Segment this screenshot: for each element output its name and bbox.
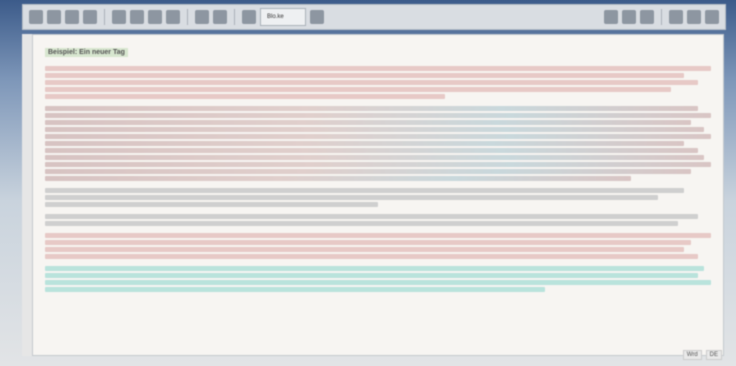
text-line — [45, 106, 698, 111]
paragraph[interactable] — [45, 66, 711, 99]
text-line — [45, 66, 711, 71]
document-title: Beispiel: Ein neuer Tag — [45, 48, 128, 57]
text-line — [45, 155, 705, 160]
text-line — [45, 80, 698, 85]
text-line — [45, 162, 711, 167]
text-line — [45, 240, 692, 245]
text-line — [45, 176, 632, 181]
toolbar-divider — [104, 9, 105, 25]
redo-icon[interactable] — [213, 10, 227, 24]
text-line — [45, 141, 685, 146]
text-line — [45, 134, 711, 139]
minus-icon[interactable] — [687, 10, 701, 24]
italic-icon[interactable] — [65, 10, 79, 24]
paragraph[interactable] — [45, 214, 711, 226]
settings-icon[interactable] — [669, 10, 683, 24]
document-body[interactable] — [45, 66, 711, 292]
text-line — [45, 195, 658, 200]
text-line — [45, 214, 698, 219]
text-line — [45, 266, 705, 271]
text-line — [45, 280, 711, 285]
toolbar-divider — [234, 9, 235, 25]
text-line — [45, 148, 698, 153]
undo-icon[interactable] — [195, 10, 209, 24]
refresh-icon[interactable] — [622, 10, 636, 24]
text-line — [45, 87, 672, 92]
align-left-icon[interactable] — [112, 10, 126, 24]
text-line — [45, 169, 692, 174]
signal-icon[interactable] — [604, 10, 618, 24]
toolbar-divider — [661, 9, 662, 25]
text-line — [45, 254, 698, 259]
text-line — [45, 233, 711, 238]
text-line — [45, 202, 378, 207]
image-icon[interactable] — [242, 10, 256, 24]
text-line — [45, 221, 678, 226]
text-line — [45, 120, 692, 125]
paragraph[interactable] — [45, 188, 711, 207]
text-line — [45, 73, 685, 78]
text-line — [45, 113, 711, 118]
word-count: Wrd — [682, 350, 702, 360]
user-icon[interactable] — [705, 10, 719, 24]
menu-icon[interactable] — [29, 10, 43, 24]
text-line — [45, 127, 705, 132]
align-center-icon[interactable] — [130, 10, 144, 24]
toolbar-divider — [187, 9, 188, 25]
bold-icon[interactable] — [47, 10, 61, 24]
paragraph[interactable] — [45, 233, 711, 259]
paragraph[interactable] — [45, 266, 711, 292]
document-editor[interactable]: Beispiel: Ein neuer Tag — [32, 34, 724, 356]
text-line — [45, 287, 545, 292]
status-bar: Wrd DE — [682, 350, 722, 360]
language-indicator[interactable]: DE — [705, 350, 722, 360]
list-icon[interactable] — [166, 10, 180, 24]
text-line — [45, 273, 698, 278]
style-select[interactable]: Blo.ke — [260, 8, 306, 26]
table-icon[interactable] — [148, 10, 162, 24]
paragraph[interactable] — [45, 106, 711, 181]
format-icon[interactable] — [310, 10, 324, 24]
text-line — [45, 188, 685, 193]
underline-icon[interactable] — [83, 10, 97, 24]
editor-toolbar: Blo.ke — [22, 4, 726, 30]
text-line — [45, 247, 685, 252]
trash-icon[interactable] — [640, 10, 654, 24]
text-line — [45, 94, 445, 99]
